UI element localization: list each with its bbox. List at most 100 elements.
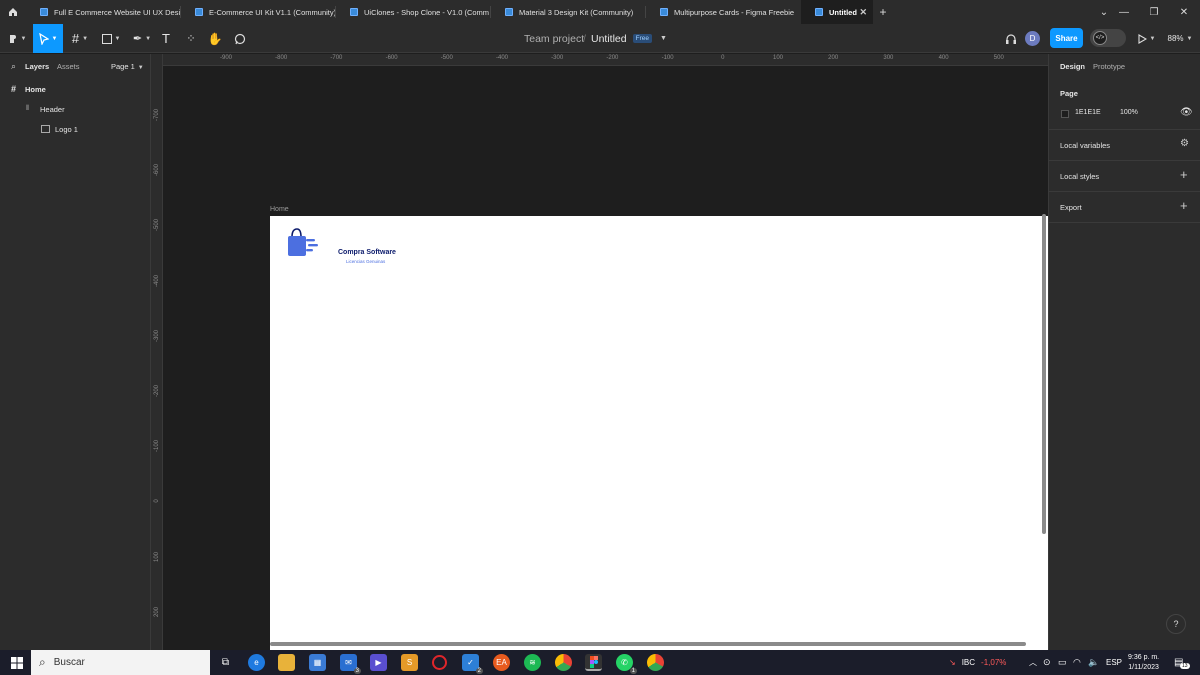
horizontal-ruler: -900 -800 -700 -600 -500 -400 -300 -200 -100 0 100…	[163, 54, 1048, 66]
sublime-text-icon[interactable]: S	[401, 654, 418, 671]
camera-icon[interactable]: ⊙	[1043, 650, 1051, 675]
ea-app-icon[interactable]: EA	[493, 654, 510, 671]
plus-icon[interactable]: +	[1180, 167, 1188, 182]
tab-uiclones[interactable]: UiClones - Shop Clone - V1.0 (Comm	[336, 0, 491, 24]
tab-design[interactable]: Design	[1060, 62, 1085, 71]
ruler-tick-label: -900	[219, 55, 233, 61]
vscode-badge: 2	[475, 668, 483, 674]
vertical-scrollbar[interactable]	[1042, 214, 1046, 534]
file-title[interactable]: Untitled Free ▼	[591, 24, 667, 53]
vertical-ruler: -700 -600 -500 -400 -300 -200 -100 0 100 200	[151, 54, 163, 650]
frame-label[interactable]: Home	[270, 206, 289, 213]
volume-icon[interactable]: 🔈	[1088, 650, 1099, 675]
auto-layout-icon: ⫴	[26, 105, 29, 112]
file-explorer-icon[interactable]	[278, 654, 295, 671]
ruler-tick-label: 200	[828, 55, 839, 61]
spotify-icon[interactable]: ≋	[524, 654, 541, 671]
main-menu-button[interactable]: ▼	[4, 24, 30, 53]
resources-button[interactable]: ⁘	[182, 24, 200, 53]
page-color-hex[interactable]: 1E1E1E	[1075, 109, 1101, 116]
export-label[interactable]: Export	[1060, 203, 1082, 212]
layer-home[interactable]: # Home	[0, 79, 150, 99]
page-selector[interactable]: Page 1 ▼	[111, 62, 144, 71]
page-color-swatch[interactable]	[1061, 110, 1069, 118]
mail-icon[interactable]: ✉ 3	[340, 654, 361, 674]
frame-icon: #	[11, 84, 17, 94]
breadcrumb-project[interactable]: Team project	[524, 24, 584, 53]
microsoft-store-icon[interactable]: ▦	[309, 654, 326, 671]
media-player-icon[interactable]: ▶	[370, 654, 387, 671]
search-icon: ⌕	[39, 655, 46, 669]
task-view-icon[interactable]: ⧉	[217, 654, 234, 671]
ruler-tick-label: -800	[275, 55, 288, 61]
local-variables-label[interactable]: Local variables	[1060, 141, 1110, 150]
whatsapp-badge: 1	[629, 668, 637, 674]
new-tab-plus-icon[interactable]: +	[873, 5, 893, 19]
home-icon[interactable]	[0, 0, 26, 24]
local-styles-label[interactable]: Local styles	[1060, 172, 1099, 181]
file-name[interactable]: Untitled	[591, 33, 627, 45]
dev-mode-toggle[interactable]: </>	[1090, 29, 1126, 47]
restore-icon[interactable]: ❐	[1138, 0, 1170, 24]
hand-tool-button[interactable]: ✋	[206, 24, 224, 53]
taskbar-search[interactable]: ⌕ Buscar	[31, 650, 210, 675]
frame-tool-button[interactable]: # ▼	[66, 24, 94, 53]
wifi-icon[interactable]: ◠	[1073, 650, 1081, 675]
move-tool-button[interactable]: ▼	[33, 24, 63, 53]
share-button[interactable]: Share	[1050, 28, 1083, 48]
close-window-icon[interactable]: ✕	[1168, 0, 1200, 24]
tab-material-3[interactable]: Material 3 Design Kit (Community)	[491, 0, 646, 24]
layer-header[interactable]: ⫴ Header	[0, 99, 150, 119]
tab-multipurpose-cards[interactable]: Multipurpose Cards - Figma Freebie	[646, 0, 801, 24]
language-indicator[interactable]: ESP	[1106, 650, 1122, 675]
notification-count: 13	[1180, 663, 1190, 669]
vscode-icon[interactable]: ✓ 2	[462, 654, 483, 674]
avatar[interactable]: D	[1025, 31, 1040, 46]
chevron-down-icon[interactable]: ▼	[660, 35, 667, 42]
figma-taskbar-icon[interactable]	[585, 654, 602, 671]
figma-file-icon	[815, 8, 823, 16]
plus-icon[interactable]: +	[1180, 198, 1188, 213]
windows-start-icon[interactable]	[8, 654, 25, 671]
tab-ecommerce-ui-kit[interactable]: E-Commerce UI Kit V1.1 (Community)	[181, 0, 336, 24]
chrome-icon[interactable]	[555, 654, 572, 671]
layers-panel: ⌕ Layers Assets Page 1 ▼ # Home ⫴ Header …	[0, 54, 151, 650]
tab-prototype[interactable]: Prototype	[1093, 62, 1125, 71]
tab-layers[interactable]: Layers	[25, 62, 49, 71]
pen-tool-button[interactable]: ✒ ▼	[128, 24, 156, 53]
layer-logo[interactable]: Logo 1	[0, 119, 150, 139]
canvas[interactable]: -900 -800 -700 -600 -500 -400 -300 -200 -100 0 100…	[151, 54, 1048, 650]
clock[interactable]: 9:36 p. m. 1/11/2023	[1128, 650, 1159, 675]
headphones-icon[interactable]	[1003, 24, 1019, 53]
edge-browser-icon[interactable]: e	[248, 654, 265, 671]
logo[interactable]: Compra Software Licencias Genuinas	[286, 227, 396, 264]
ruler-tick-label: 500	[993, 55, 1004, 61]
shape-tool-button[interactable]: ▼	[97, 24, 125, 53]
eye-icon[interactable]: 👁	[1180, 107, 1193, 118]
tab-untitled[interactable]: Untitled ✕	[801, 0, 873, 24]
zoom-menu[interactable]: 88% ▼	[1164, 24, 1196, 53]
opera-icon[interactable]	[432, 655, 447, 670]
tab-assets[interactable]: Assets	[57, 62, 80, 71]
present-button[interactable]: ▼	[1134, 24, 1158, 53]
page-opacity[interactable]: 100%	[1120, 109, 1138, 116]
notification-center-icon[interactable]: ▤ 13	[1174, 650, 1190, 675]
battery-icon[interactable]: ▭	[1058, 650, 1067, 675]
close-tab-icon[interactable]: ✕	[859, 7, 867, 18]
windows-taskbar: ⌕ Buscar ⧉ e ▦ ✉ 3 ▶ S ✓ 2 EA ≋ ✆ 1 ↘ IBC -…	[0, 650, 1200, 675]
stock-widget[interactable]: ↘ IBC -1,07%	[949, 650, 1006, 675]
help-button[interactable]: ?	[1166, 614, 1186, 634]
comment-tool-button[interactable]	[230, 24, 250, 53]
horizontal-scrollbar[interactable]	[270, 642, 1026, 646]
text-tool-button[interactable]: T	[157, 24, 175, 53]
ruler-tick-label: 0	[721, 55, 725, 61]
minimize-icon[interactable]: —	[1108, 0, 1140, 24]
search-icon[interactable]: ⌕	[11, 61, 16, 72]
frame-home[interactable]: Compra Software Licencias Genuinas	[270, 216, 1048, 650]
tab-full-ecommerce[interactable]: Full E Commerce Website UI UX Desi	[26, 0, 181, 24]
code-icon: </>	[1093, 31, 1107, 45]
sliders-icon[interactable]: ⚙	[1180, 138, 1189, 149]
whatsapp-icon[interactable]: ✆ 1	[616, 654, 637, 674]
show-hidden-icons[interactable]: ︿	[1029, 650, 1037, 675]
chrome-profile-icon[interactable]	[647, 654, 664, 671]
